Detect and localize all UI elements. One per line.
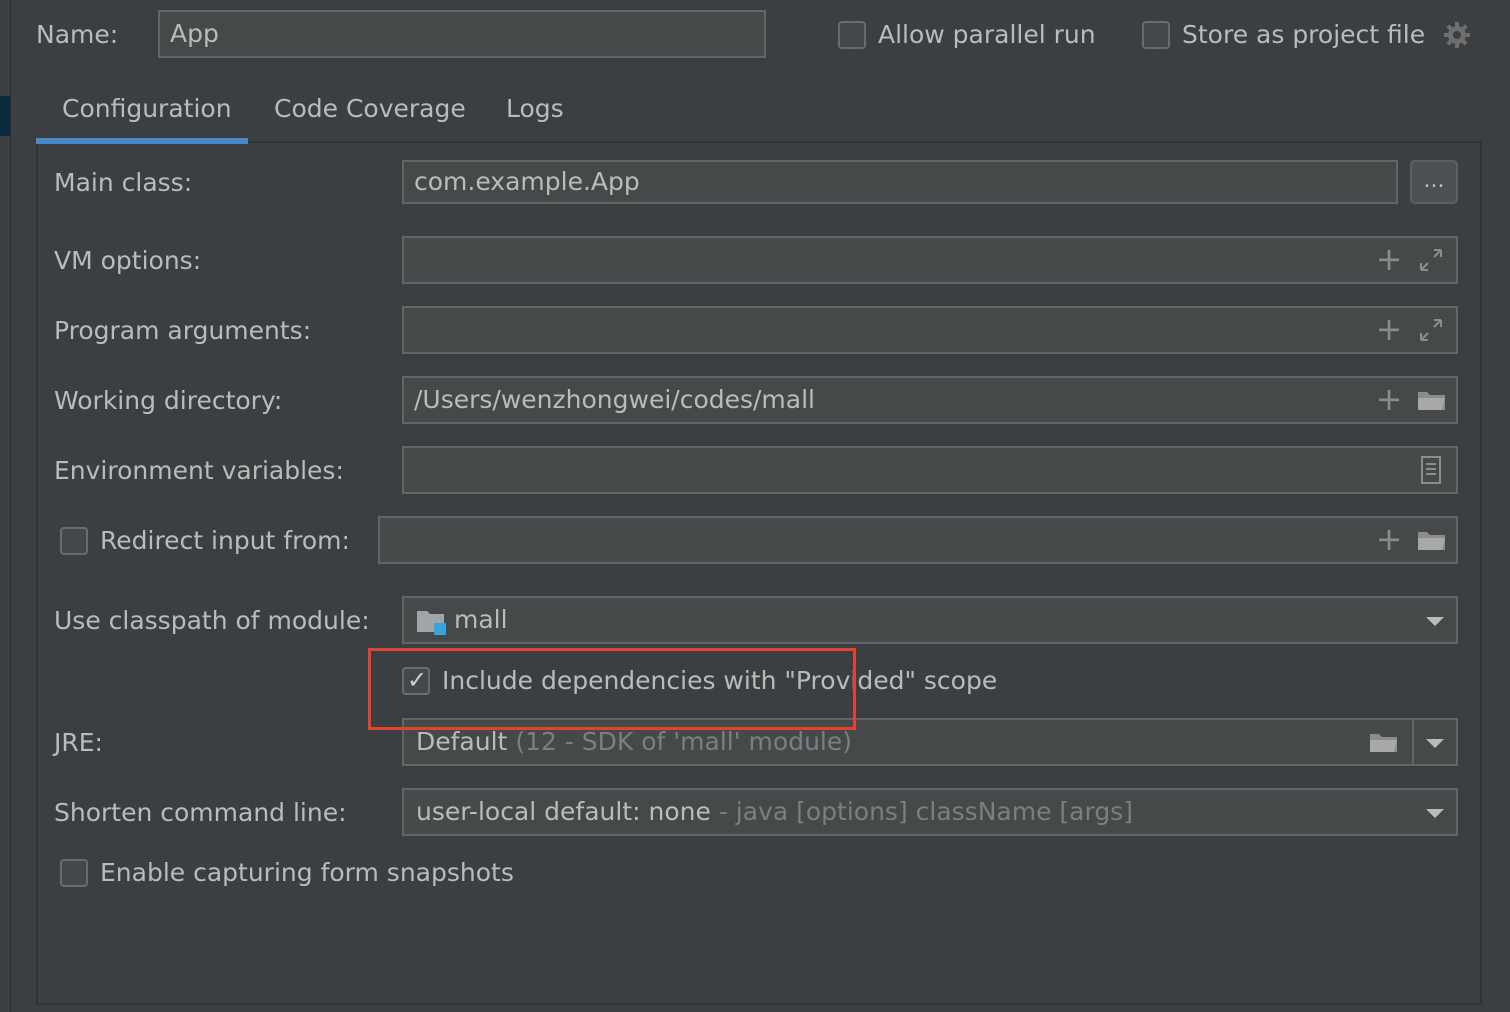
enable-snapshots-checkbox[interactable] [60, 859, 88, 887]
tab-logs[interactable]: Logs [506, 92, 564, 126]
store-project-label[interactable]: Store as project file [1182, 20, 1425, 50]
expand-icon[interactable] [1416, 315, 1446, 345]
folder-icon[interactable] [1416, 385, 1446, 415]
combo-divider [1412, 720, 1414, 764]
name-input[interactable]: App [158, 10, 766, 58]
shorten-value-text: user-local default: none - java [options… [416, 790, 1133, 834]
folder-icon[interactable] [1416, 525, 1446, 555]
environment-variables-label: Environment variables: [54, 456, 344, 485]
classpath-module-value: mall [454, 605, 508, 634]
main-class-value: com.example.App [414, 167, 640, 196]
enable-snapshots-label[interactable]: Enable capturing form snapshots [100, 858, 514, 888]
main-class-label: Main class: [54, 168, 193, 197]
allow-parallel-checkbox[interactable] [838, 21, 866, 49]
edit-list-icon[interactable] [1418, 455, 1448, 485]
expand-icon[interactable] [1416, 245, 1446, 275]
main-class-browse-button[interactable]: ... [1410, 160, 1458, 204]
add-icon[interactable]: + [1374, 383, 1404, 415]
shorten-hint: - java [options] className [args] [718, 797, 1133, 826]
folder-icon[interactable] [1368, 727, 1398, 757]
vm-options-field[interactable]: + [402, 236, 1458, 284]
allow-parallel-label[interactable]: Allow parallel run [878, 20, 1096, 50]
jre-hint: (12 - SDK of 'mall' module) [515, 727, 852, 756]
shorten-command-select[interactable]: user-local default: none - java [options… [402, 788, 1458, 836]
redirect-input-checkbox[interactable] [60, 527, 88, 555]
chevron-down-icon[interactable] [1426, 617, 1444, 626]
working-directory-field[interactable]: /Users/wenzhongwei/codes/mall + [402, 376, 1458, 424]
working-directory-value: /Users/wenzhongwei/codes/mall [414, 385, 816, 414]
working-directory-label: Working directory: [54, 386, 283, 415]
program-arguments-label: Program arguments: [54, 316, 312, 345]
redirect-input-field[interactable]: + [378, 516, 1458, 564]
left-config-list-edge [0, 0, 11, 1012]
chevron-down-icon[interactable] [1426, 739, 1444, 748]
main-class-field[interactable]: com.example.App [402, 160, 1398, 204]
highlight-box [368, 648, 856, 730]
active-tab-indicator [36, 138, 248, 144]
shorten-command-label: Shorten command line: [54, 798, 347, 827]
store-project-checkbox[interactable] [1142, 21, 1170, 49]
gear-icon[interactable] [1442, 20, 1472, 50]
name-label: Name: [36, 20, 119, 49]
classpath-module-label: Use classpath of module: [54, 606, 370, 635]
module-folder-icon [416, 608, 448, 636]
tab-configuration[interactable]: Configuration [62, 92, 232, 126]
classpath-module-select[interactable]: mall [402, 596, 1458, 644]
tab-code-coverage[interactable]: Code Coverage [274, 92, 466, 126]
add-icon[interactable]: + [1374, 243, 1404, 275]
jre-value: Default [416, 727, 508, 756]
program-arguments-field[interactable]: + [402, 306, 1458, 354]
shorten-value: user-local default: none [416, 797, 711, 826]
add-icon[interactable]: + [1374, 313, 1404, 345]
environment-variables-field[interactable] [402, 446, 1458, 494]
add-icon[interactable]: + [1374, 523, 1404, 555]
redirect-input-label[interactable]: Redirect input from: [100, 526, 350, 556]
chevron-down-icon[interactable] [1426, 809, 1444, 818]
left-selected-item[interactable] [0, 96, 10, 136]
jre-label: JRE: [54, 728, 103, 757]
vm-options-label: VM options: [54, 246, 202, 275]
